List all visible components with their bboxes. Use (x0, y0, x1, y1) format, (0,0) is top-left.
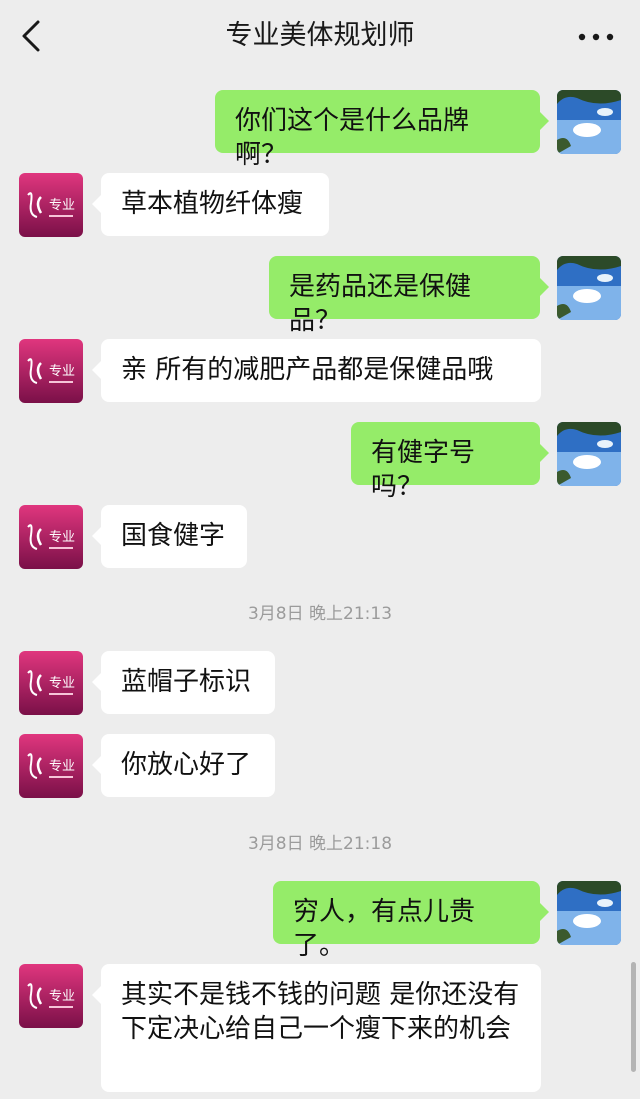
message-bubble[interactable]: 蓝帽子标识 (92, 651, 275, 714)
message-bubble[interactable]: 国食健字 (92, 505, 247, 568)
contact-avatar[interactable]: 专业 (19, 964, 83, 1028)
svg-text:专业: 专业 (49, 198, 75, 213)
svg-text:专业: 专业 (49, 364, 75, 379)
self-avatar[interactable] (557, 256, 621, 320)
contact-avatar[interactable]: 专业 (19, 734, 83, 798)
chat-title: 专业美体规划师 (225, 20, 415, 51)
more-dots-icon[interactable] (576, 26, 616, 48)
svg-text:专业: 专业 (49, 676, 75, 691)
contact-avatar[interactable]: 专业 (19, 505, 83, 569)
message-bubble[interactable]: 草本植物纤体瘦 (92, 173, 329, 236)
message-bubble[interactable]: 你放心好了 (92, 734, 275, 797)
svg-text:专业: 专业 (49, 530, 75, 545)
timestamp: 3月8日 晚上21:18 (247, 834, 393, 854)
message-bubble[interactable]: 其实不是钱不钱的问题 是你还没有下定决心给自己一个瘦下来的机会 (92, 964, 541, 1092)
message-bubble[interactable]: 你们这个是什么品牌啊？ (215, 90, 549, 170)
svg-text:专业: 专业 (49, 989, 75, 1004)
contact-avatar[interactable]: 专业 (19, 651, 83, 715)
self-avatar[interactable] (557, 422, 621, 486)
message-bubble[interactable]: 穷人，有点儿贵了。 (273, 881, 549, 961)
contact-avatar[interactable]: 专业 (19, 173, 83, 237)
contact-avatar[interactable]: 专业 (19, 339, 83, 403)
scrollbar[interactable] (631, 962, 636, 1072)
chat-header: 专业美体规划师 (0, 0, 640, 74)
message-bubble[interactable]: 亲 所有的减肥产品都是保健品哦 (92, 339, 541, 402)
timestamp: 3月8日 晚上21:13 (247, 604, 393, 624)
self-avatar[interactable] (557, 90, 621, 154)
message-bubble[interactable]: 有健字号吗？ (351, 422, 549, 502)
self-avatar[interactable] (557, 881, 621, 945)
chat-screen: 专业美体规划师 你们这个是什么品牌啊？ 专业 草本植物纤体瘦 是药品还是保健品？… (0, 0, 640, 1099)
svg-text:专业: 专业 (49, 759, 75, 774)
message-bubble[interactable]: 是药品还是保健品？ (269, 256, 549, 336)
